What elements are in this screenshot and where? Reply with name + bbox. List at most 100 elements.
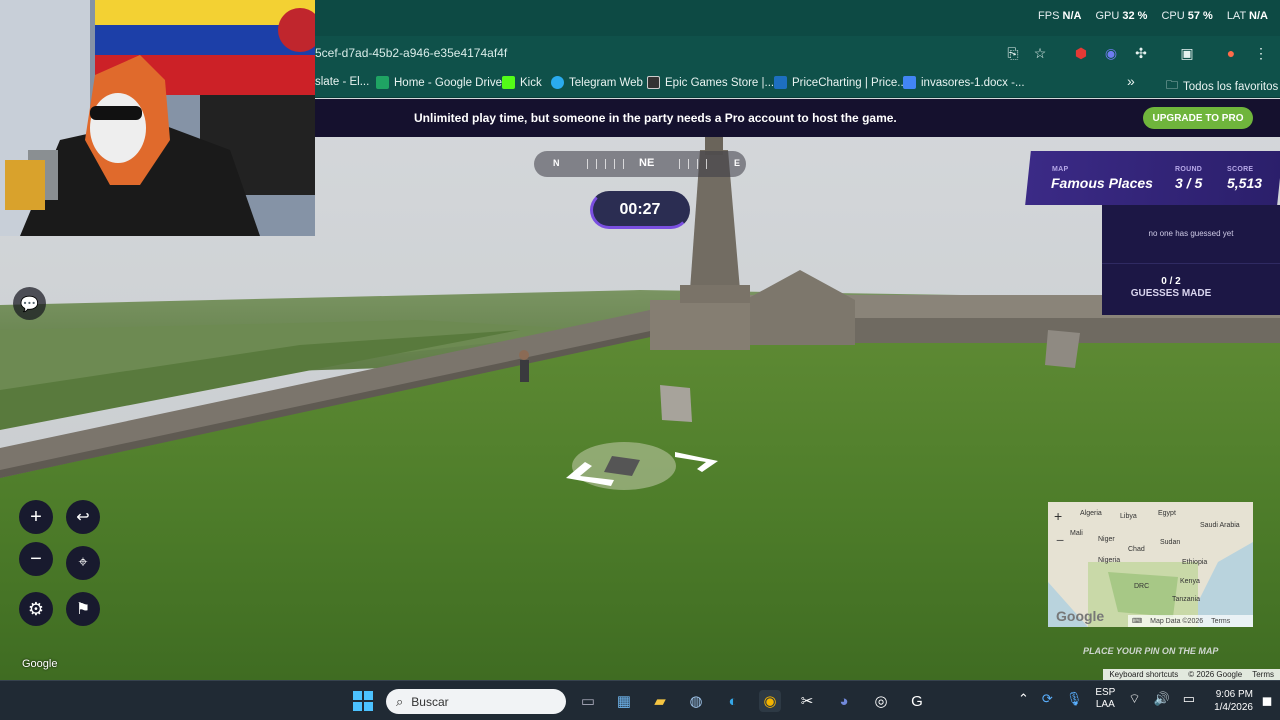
edge-icon[interactable]: ◐ — [722, 690, 744, 712]
chat-button[interactable]: 💬 — [13, 287, 46, 320]
search-label: Buscar — [411, 694, 449, 709]
notifications-icon[interactable]: ◼ — [1256, 690, 1278, 712]
start-button[interactable] — [352, 690, 374, 712]
sync-icon[interactable]: ⟳ — [1042, 691, 1053, 707]
extension-blue-icon[interactable]: ◉ — [1102, 44, 1120, 62]
taskbar-search[interactable]: ⌕ Buscar — [386, 689, 566, 714]
compass-northeast: NE — [639, 157, 655, 169]
terms-link[interactable]: Terms — [1252, 670, 1274, 679]
map-label-country: Libya — [1120, 513, 1137, 520]
clock-date: 1/4/2026 — [1214, 702, 1253, 713]
battery-icon[interactable]: ▭ — [1183, 691, 1195, 707]
map-label-country: Chad — [1128, 546, 1145, 553]
divider — [1102, 263, 1280, 264]
profile-avatar-icon[interactable]: ● — [1222, 44, 1240, 62]
guess-minimap[interactable]: + − Algeria Libya Egypt Saudi Arabia Mal… — [1048, 502, 1253, 627]
performance-overlay: FPS N/A GPU 32 % CPU 57 % LAT N/A — [1038, 10, 1268, 22]
discord-icon[interactable]: ◕ — [833, 690, 855, 712]
gpu-stat: GPU 32 % — [1095, 10, 1148, 22]
place-pin-hint: PLACE YOUR PIN ON THE MAP — [1083, 646, 1219, 656]
taskbar-clock[interactable]: 9:06 PM 1/4/2026 — [1195, 688, 1253, 714]
search-icon: ⌕ — [396, 693, 404, 709]
url-text[interactable]: 5cef-d7ad-45b2-a946-e35e4174af4f — [315, 46, 507, 60]
street-view-footer: Keyboard shortcuts © 2026 Google Terms — [1103, 669, 1280, 680]
webcam-feed — [0, 0, 315, 236]
map-label-country: Niger — [1098, 536, 1115, 543]
copyright-text: © 2026 Google — [1188, 670, 1243, 679]
minimap-google-logo: Google — [1056, 608, 1105, 624]
volume-icon[interactable]: 🔊 — [1154, 691, 1170, 707]
star-bookmark-icon[interactable]: ☆ — [1031, 44, 1049, 62]
cpu-stat: CPU 57 % — [1161, 10, 1213, 22]
return-to-start-button[interactable]: ⌖ — [66, 546, 100, 580]
no-guess-text: no one has guessed yet — [1148, 229, 1234, 238]
webcam-overlay — [0, 0, 315, 236]
more-bookmarks-button[interactable]: » — [1127, 73, 1135, 89]
upgrade-to-pro-button[interactable]: UPGRADE TO PRO — [1143, 107, 1253, 129]
language-indicator[interactable]: ESP LAA — [1095, 687, 1115, 711]
game-status-panel: MAP Famous Places ROUND 3 / 5 SCORE 5,51… — [1028, 151, 1280, 205]
latency-stat: LAT N/A — [1226, 10, 1268, 22]
map-value: Famous Places — [1051, 175, 1153, 191]
install-app-icon[interactable]: ⎘ — [1004, 44, 1022, 62]
map-label-country: Tanzania — [1172, 596, 1201, 603]
map-label-country: Ethiopia — [1182, 559, 1208, 566]
map-label: MAP — [1052, 166, 1069, 173]
system-tray: ⌃ ⟳ 🎙 ESP LAA ⌔ 🔊 ▭ — [1018, 687, 1195, 711]
kick-icon — [502, 76, 515, 89]
steam-icon[interactable]: ◍ — [685, 690, 707, 712]
round-timer: 00:27 — [590, 191, 690, 229]
pricecharting-icon — [774, 76, 787, 89]
minimap-zoom-out-button[interactable]: − — [1056, 532, 1064, 548]
file-explorer-icon[interactable]: ▰ — [649, 690, 671, 712]
undo-move-button[interactable]: ↩ — [66, 500, 100, 534]
google-logo: Google — [22, 658, 58, 670]
bookmark-item[interactable]: Epic Games Store |... — [647, 76, 774, 89]
all-favorites-folder[interactable]: 🗀 Todos los favoritos — [1166, 76, 1278, 97]
bookmark-item[interactable]: PriceCharting | Price... — [774, 76, 907, 89]
bookmark-item[interactable]: Kick — [502, 76, 542, 89]
guesses-panel: no one has guessed yet 0 / 2 GUESSES MAD… — [1102, 205, 1280, 315]
keyboard-shortcuts-link[interactable]: Keyboard shortcuts — [1109, 670, 1178, 679]
microphone-icon[interactable]: 🎙 — [1066, 691, 1083, 707]
logitech-icon[interactable]: G — [906, 690, 928, 712]
capcut-icon[interactable]: ✂ — [796, 690, 818, 712]
minimap-terms-link[interactable]: Terms — [1211, 618, 1230, 625]
bookmark-item[interactable]: Telegram Web — [551, 76, 643, 89]
browser-menu-icon[interactable]: ⋮ — [1252, 44, 1270, 62]
bookmark-item[interactable]: slate - El... — [315, 76, 369, 88]
obs-icon[interactable]: ◎ — [870, 690, 892, 712]
zoom-in-button[interactable]: + — [19, 500, 53, 534]
flag-button[interactable]: ⚑ — [66, 592, 100, 626]
compass-north: N — [553, 158, 560, 168]
bookmark-item[interactable]: invasores-1.docx -... — [903, 76, 1025, 89]
clock-time: 9:06 PM — [1215, 689, 1253, 700]
zoom-out-button[interactable]: − — [19, 542, 53, 576]
map-label-country: Kenya — [1180, 578, 1200, 585]
task-view-icon[interactable]: ▭ — [577, 690, 599, 712]
windows-taskbar: ⌕ Buscar ▭ ▦ ▰ ◍ ◐ ◉ ✂ ◕ ◎ G ⌃ ⟳ 🎙 ESP LA… — [0, 680, 1280, 720]
score-value: 5,513 — [1227, 175, 1263, 191]
chevron-up-icon[interactable]: ⌃ — [1018, 691, 1029, 707]
bookmark-item[interactable]: Home - Google Drive — [376, 76, 502, 89]
extensions-puzzle-icon[interactable]: ✣ — [1132, 44, 1150, 62]
calculator-icon[interactable]: ▦ — [613, 690, 635, 712]
chat-bubble-icon: 💬 — [20, 295, 39, 313]
settings-button[interactable]: ⚙ — [19, 592, 53, 626]
extension-red-icon[interactable]: ⬢ — [1072, 44, 1090, 62]
chrome-icon[interactable]: ◉ — [759, 690, 781, 712]
guesses-count: 0 / 2 — [1161, 276, 1181, 287]
minimap-zoom-in-button[interactable]: + — [1054, 508, 1062, 524]
flag-icon: ⚑ — [75, 601, 91, 618]
fps-stat: FPS N/A — [1038, 10, 1082, 22]
map-data-text: Map Data ©2026 — [1150, 617, 1204, 625]
folder-icon: 🗀 — [1166, 78, 1179, 92]
map-label-country: Sudan — [1160, 539, 1181, 546]
round-label: ROUND — [1175, 166, 1203, 173]
epic-games-icon — [647, 76, 660, 89]
minimap-footer: ⌨ Map Data ©2026 Terms — [1128, 615, 1253, 627]
cast-icon[interactable]: ▣ — [1178, 44, 1196, 62]
wifi-icon[interactable]: ⌔ — [1128, 691, 1140, 707]
docs-icon — [903, 76, 916, 89]
compass-east: E — [734, 158, 741, 168]
